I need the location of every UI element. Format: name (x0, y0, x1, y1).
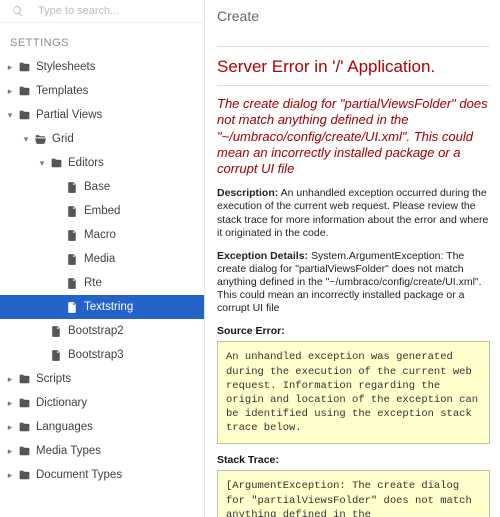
caret-icon[interactable]: ▸ (4, 393, 16, 413)
tree-node-label: Media Types (36, 441, 101, 461)
caret-icon[interactable]: ▸ (4, 441, 16, 461)
error-description: Description: An unhandled exception occu… (217, 187, 490, 240)
caret-icon[interactable]: ▾ (20, 129, 32, 149)
file-icon (48, 349, 64, 362)
search-input[interactable] (36, 4, 194, 18)
source-error-label: Source Error: (217, 325, 490, 337)
exception-details: Exception Details: System.ArgumentExcept… (217, 250, 490, 316)
tree-node-label: Partial Views (36, 105, 102, 125)
caret-icon[interactable]: ▸ (4, 369, 16, 389)
folder-icon (16, 445, 32, 458)
folder-open-icon (32, 133, 48, 146)
source-error-box: An unhandled exception was generated dur… (217, 341, 490, 444)
tree-node-label: Bootstrap2 (68, 321, 124, 341)
folder-icon (16, 421, 32, 434)
tree-node[interactable]: Base (0, 175, 204, 199)
tree-node-label: Textstring (84, 297, 133, 317)
tree-node-label: Languages (36, 417, 93, 437)
main-panel: Create Server Error in '/' Application. … (205, 0, 500, 517)
tree-node[interactable]: ▸ Dictionary (0, 391, 204, 415)
tree-node-label: Bootstrap3 (68, 345, 124, 365)
caret-icon[interactable]: ▸ (4, 465, 16, 485)
settings-tree: ▸Stylesheets▸Templates▾Partial Views▾Gri… (0, 55, 204, 517)
tree-node-label: Embed (84, 201, 120, 221)
tree-node[interactable]: ▸ Media Types (0, 439, 204, 463)
file-icon (64, 253, 80, 266)
tree-node-label: Base (84, 177, 110, 197)
tree-node-label: Stylesheets (36, 57, 95, 77)
tree-node[interactable]: ▾ Editors (0, 151, 204, 175)
caret-icon[interactable]: ▸ (4, 81, 16, 101)
folder-icon (16, 61, 32, 74)
tree-node-label: Dictionary (36, 393, 87, 413)
stack-trace-box: [ArgumentException: The create dialog fo… (217, 470, 490, 517)
tree-node[interactable]: Rte (0, 271, 204, 295)
file-icon (48, 325, 64, 338)
caret-icon[interactable]: ▾ (4, 105, 16, 125)
error-subtitle: The create dialog for "partialViewsFolde… (217, 96, 490, 177)
folder-icon (16, 469, 32, 482)
file-icon (64, 205, 80, 218)
tree-node[interactable]: Embed (0, 199, 204, 223)
folder-icon (16, 397, 32, 410)
caret-icon[interactable]: ▸ (4, 417, 16, 437)
page-title: Create (217, 4, 490, 46)
tree-node-label: Media (84, 249, 115, 269)
search-icon (10, 5, 26, 17)
tree-node-label: Grid (52, 129, 74, 149)
tree-node-label: Macro (84, 225, 116, 245)
tree-node[interactable]: ▾ Grid (0, 127, 204, 151)
tree-node-label: Document Types (36, 465, 122, 485)
divider (217, 46, 490, 47)
caret-icon[interactable]: ▾ (36, 153, 48, 173)
tree-node[interactable]: Bootstrap3 (0, 343, 204, 367)
tree-node-label: Rte (84, 273, 102, 293)
tree-node[interactable]: ▸ Languages (0, 415, 204, 439)
folder-icon (16, 109, 32, 122)
tree-node[interactable]: ▸ Stylesheets (0, 55, 204, 79)
description-label: Description: (217, 187, 278, 199)
file-icon (64, 277, 80, 290)
tree-node[interactable]: ▸ Document Types (0, 463, 204, 487)
tree-node[interactable]: ▸ Templates (0, 79, 204, 103)
tree-node-label: Editors (68, 153, 104, 173)
tree-node[interactable]: Macro (0, 223, 204, 247)
file-icon (64, 301, 80, 314)
file-icon (64, 181, 80, 194)
tree-node[interactable]: ▸ Scripts (0, 367, 204, 391)
sidebar: SETTINGS ▸Stylesheets▸Templates▾Partial … (0, 0, 205, 517)
tree-node[interactable]: ▾ Partial Views (0, 103, 204, 127)
folder-icon (48, 157, 64, 170)
section-title: SETTINGS (0, 23, 204, 55)
folder-icon (16, 373, 32, 386)
tree-node-label: Scripts (36, 369, 71, 389)
tree-node[interactable]: Bootstrap2 (0, 319, 204, 343)
stack-trace-label: Stack Trace: (217, 454, 490, 466)
file-icon (64, 229, 80, 242)
tree-node-label: Templates (36, 81, 88, 101)
tree-node[interactable]: Textstring (0, 295, 204, 319)
caret-icon[interactable]: ▸ (4, 57, 16, 77)
search-box[interactable] (0, 0, 204, 23)
exception-label: Exception Details: (217, 250, 308, 262)
tree-node[interactable]: Media (0, 247, 204, 271)
divider (217, 85, 490, 86)
folder-icon (16, 85, 32, 98)
error-title: Server Error in '/' Application. (217, 57, 490, 77)
